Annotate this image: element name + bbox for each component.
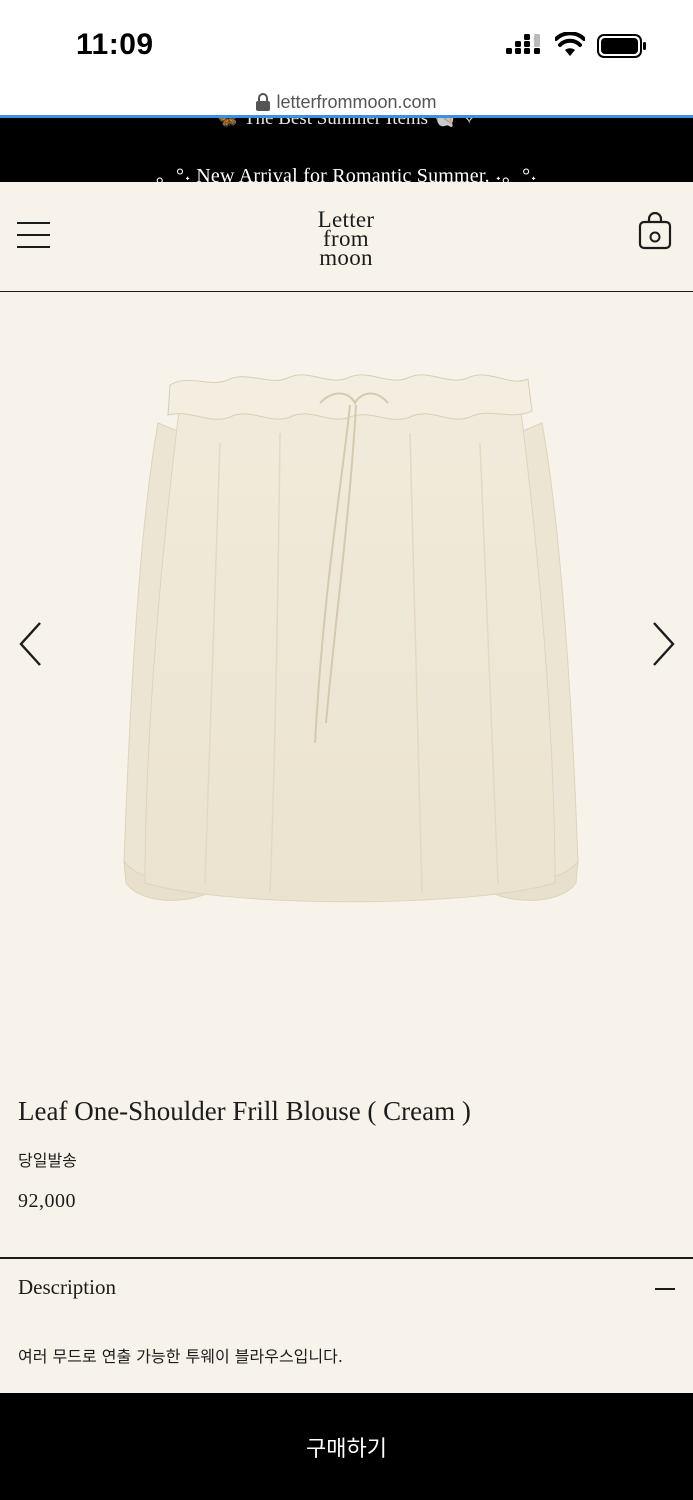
- same-day-shipping-label: 당일발송: [18, 1151, 77, 1170]
- chevron-left-icon[interactable]: [16, 620, 46, 668]
- url-text: letterfrommoon.com: [276, 91, 437, 112]
- product-title: Leaf One-Shoulder Frill Blouse ( Cream ): [18, 1096, 471, 1126]
- battery-icon: [597, 34, 646, 58]
- shopping-bag-icon[interactable]: [638, 212, 672, 250]
- minus-icon: [655, 1288, 675, 1290]
- cream-frill-blouse-photo: [123, 374, 579, 903]
- address-bar[interactable]: letterfrommoon.com: [0, 88, 693, 116]
- announcement-bar[interactable]: 🦋 The Best Summer Items 🐚 ✧ 。°˖ New Arri…: [0, 118, 693, 182]
- product-gallery[interactable]: [0, 293, 693, 1053]
- buy-button[interactable]: 구매하기: [0, 1393, 693, 1500]
- description-accordion-toggle[interactable]: Description: [0, 1259, 693, 1319]
- site-logo[interactable]: Letter from moon: [296, 208, 396, 270]
- lock-icon: [256, 93, 271, 111]
- buy-button-label: 구매하기: [306, 1437, 387, 1462]
- site-header: Letter from moon: [0, 182, 693, 292]
- chevron-right-icon[interactable]: [648, 620, 678, 668]
- announcement-text: 。°˖ New Arrival for Romantic Summer. ˖。°…: [155, 165, 538, 182]
- description-heading: Description: [18, 1275, 116, 1299]
- status-time: 11:09: [76, 28, 154, 61]
- wifi-icon: [555, 32, 585, 56]
- announcement-previous-text: 🦋 The Best Summer Items 🐚 ✧: [215, 118, 478, 129]
- logo-line-3: moon: [319, 245, 373, 270]
- description-text: 여러 무드로 연출 가능한 투웨이 블라우스입니다.: [18, 1347, 343, 1366]
- status-bar: 11:09: [0, 0, 693, 88]
- hamburger-menu-icon[interactable]: [17, 222, 50, 250]
- product-price: 92,000: [18, 1190, 76, 1212]
- cellular-signal-icon: [506, 34, 540, 54]
